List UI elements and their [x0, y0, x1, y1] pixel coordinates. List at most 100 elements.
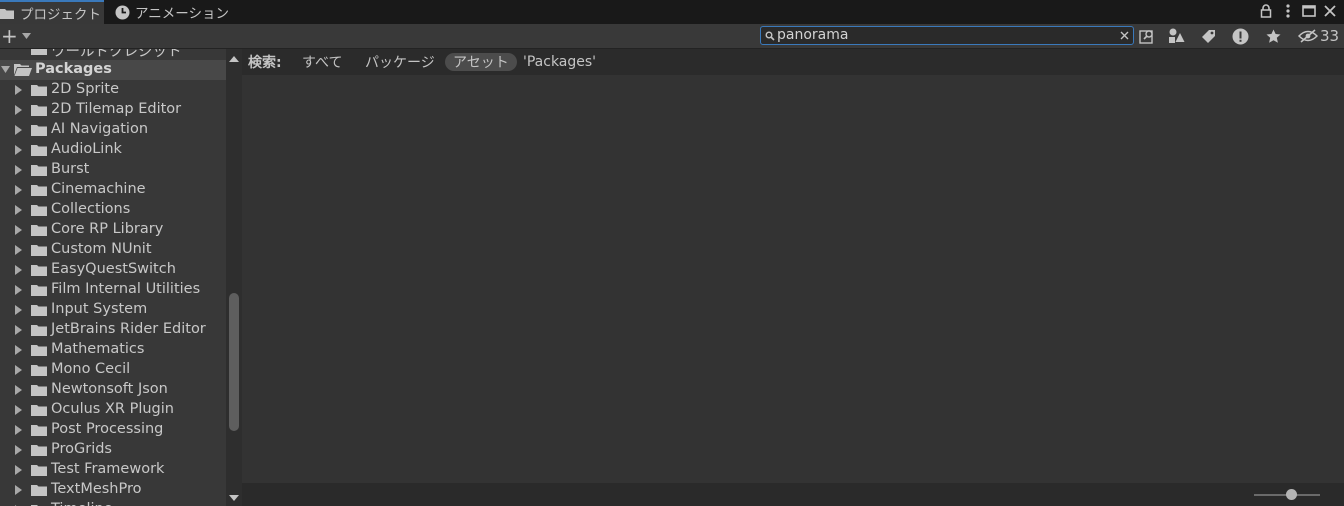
- expand-arrow-icon[interactable]: [15, 285, 22, 295]
- tree-item-package[interactable]: ProGrids: [0, 440, 226, 460]
- close-icon[interactable]: [1321, 1, 1339, 21]
- create-button[interactable]: +: [0, 25, 34, 47]
- tag-icon: [1201, 29, 1215, 43]
- tree-item-package[interactable]: Mono Cecil: [0, 360, 226, 380]
- tree-item-package[interactable]: Custom NUnit: [0, 240, 226, 260]
- folder-icon: [0, 8, 14, 19]
- tree-item-label: Input System: [51, 301, 148, 317]
- hidden-packages-toggle[interactable]: 33: [1298, 24, 1339, 48]
- scrollbar-thumb[interactable]: [229, 293, 239, 431]
- more-options-icon[interactable]: [1279, 1, 1297, 21]
- search-scope-label: 検索:: [248, 55, 282, 71]
- scroll-down-icon[interactable]: [229, 495, 239, 501]
- tree-item-package[interactable]: Newtonsoft Json: [0, 380, 226, 400]
- scope-assets-button[interactable]: アセット: [445, 53, 517, 71]
- expand-arrow-icon[interactable]: [15, 405, 22, 415]
- expand-arrow-icon[interactable]: [15, 365, 22, 375]
- window-tab-bar: プロジェクト アニメーション: [0, 0, 1344, 24]
- folder-icon: [31, 365, 47, 376]
- tree-item-package[interactable]: Cinemachine: [0, 180, 226, 200]
- tree-item-label: JetBrains Rider Editor: [51, 321, 206, 337]
- expand-arrow-icon[interactable]: [15, 305, 22, 315]
- folder-icon: [31, 445, 47, 456]
- tree-item-package[interactable]: Post Processing: [0, 420, 226, 440]
- search-results-panel: 検索: すべて パッケージ アセット 'Packages': [242, 49, 1344, 506]
- scope-packages-button[interactable]: パッケージ: [365, 53, 435, 71]
- tree-item-package[interactable]: JetBrains Rider Editor: [0, 320, 226, 340]
- open-folder-icon: [14, 64, 32, 76]
- tree-item-package[interactable]: Timeline: [0, 500, 226, 506]
- expand-arrow-icon[interactable]: [15, 145, 22, 155]
- folder-icon: [31, 85, 47, 96]
- lock-icon[interactable]: [1257, 1, 1275, 21]
- tree-item-label: EasyQuestSwitch: [51, 261, 176, 277]
- folder-icon: [31, 465, 47, 476]
- expand-arrow-icon[interactable]: [1, 65, 11, 75]
- tree-item-label: Cinemachine: [51, 181, 146, 197]
- expand-arrow-icon[interactable]: [15, 165, 22, 175]
- favorites-button[interactable]: [1260, 25, 1286, 47]
- folder-icon: [31, 305, 47, 316]
- search-field[interactable]: [760, 26, 1134, 45]
- scope-all-button[interactable]: すべて: [302, 53, 342, 71]
- scroll-up-icon[interactable]: [229, 56, 239, 62]
- expand-arrow-icon[interactable]: [15, 465, 22, 475]
- tree-item-package[interactable]: Collections: [0, 200, 226, 220]
- tree-item-label: Post Processing: [51, 421, 164, 437]
- expand-arrow-icon[interactable]: [15, 485, 22, 495]
- expand-arrow-icon[interactable]: [15, 325, 22, 335]
- tree-item-label: Custom NUnit: [51, 241, 152, 257]
- maximize-icon[interactable]: [1300, 1, 1318, 21]
- tree-item-package[interactable]: Burst: [0, 160, 226, 180]
- folder-icon: [31, 245, 47, 256]
- tree-item-label: Test Framework: [51, 461, 165, 477]
- tree-item-package[interactable]: Mathematics: [0, 340, 226, 360]
- clock-icon: [115, 5, 130, 19]
- tree-item-package[interactable]: 2D Tilemap Editor: [0, 100, 226, 120]
- tree-item-package[interactable]: Film Internal Utilities: [0, 280, 226, 300]
- search-input[interactable]: [777, 27, 1117, 44]
- tree-item-label: 2D Tilemap Editor: [51, 101, 182, 117]
- search-scope-bar: 検索: すべて パッケージ アセット 'Packages': [242, 49, 1344, 75]
- expand-arrow-icon[interactable]: [15, 85, 22, 95]
- expand-arrow-icon[interactable]: [15, 225, 22, 235]
- tree-item-package[interactable]: TextMeshPro: [0, 480, 226, 500]
- expand-arrow-icon[interactable]: [15, 125, 22, 135]
- expand-arrow-icon[interactable]: [15, 445, 22, 455]
- tree-item-partial[interactable]: ワールドクレジット: [0, 49, 226, 60]
- expand-arrow-icon[interactable]: [15, 385, 22, 395]
- clear-search-icon[interactable]: [1120, 31, 1129, 40]
- expand-arrow-icon[interactable]: [15, 425, 22, 435]
- folder-icon: [31, 325, 47, 336]
- scope-folder-button[interactable]: 'Packages': [523, 53, 596, 71]
- shapes-icon: [1168, 28, 1184, 43]
- folder-icon: [31, 145, 47, 156]
- log-types-button[interactable]: [1227, 25, 1253, 47]
- expand-arrow-icon[interactable]: [15, 245, 22, 255]
- tree-item-package[interactable]: Core RP Library: [0, 220, 226, 240]
- tree-item-package[interactable]: AI Navigation: [0, 120, 226, 140]
- expand-arrow-icon[interactable]: [15, 205, 22, 215]
- tree-item-package[interactable]: Oculus XR Plugin: [0, 400, 226, 420]
- slider-handle[interactable]: [1286, 489, 1297, 500]
- tree-item-packages[interactable]: Packages: [0, 60, 226, 80]
- expand-arrow-icon[interactable]: [15, 265, 22, 275]
- tree-item-package[interactable]: AudioLink: [0, 140, 226, 160]
- hidden-count-label: 33: [1320, 27, 1340, 45]
- expand-arrow-icon[interactable]: [15, 345, 22, 355]
- expand-arrow-icon[interactable]: [15, 185, 22, 195]
- tree-item-package[interactable]: 2D Sprite: [0, 80, 226, 100]
- folder-icon: [31, 425, 47, 436]
- filter-by-type-button[interactable]: [1163, 25, 1189, 47]
- tree-item-package[interactable]: EasyQuestSwitch: [0, 260, 226, 280]
- filter-by-label-button[interactable]: [1195, 25, 1221, 47]
- tab-project[interactable]: プロジェクト: [0, 0, 104, 24]
- tree-scrollbar[interactable]: [226, 49, 242, 506]
- search-by-type-button[interactable]: [1134, 25, 1160, 47]
- tree-item-package[interactable]: Input System: [0, 300, 226, 320]
- tab-animation[interactable]: アニメーション: [115, 0, 229, 24]
- tab-project-label: プロジェクト: [20, 7, 101, 23]
- tree-item-package[interactable]: Test Framework: [0, 460, 226, 480]
- tree-item-label: Film Internal Utilities: [51, 281, 201, 297]
- expand-arrow-icon[interactable]: [15, 105, 22, 115]
